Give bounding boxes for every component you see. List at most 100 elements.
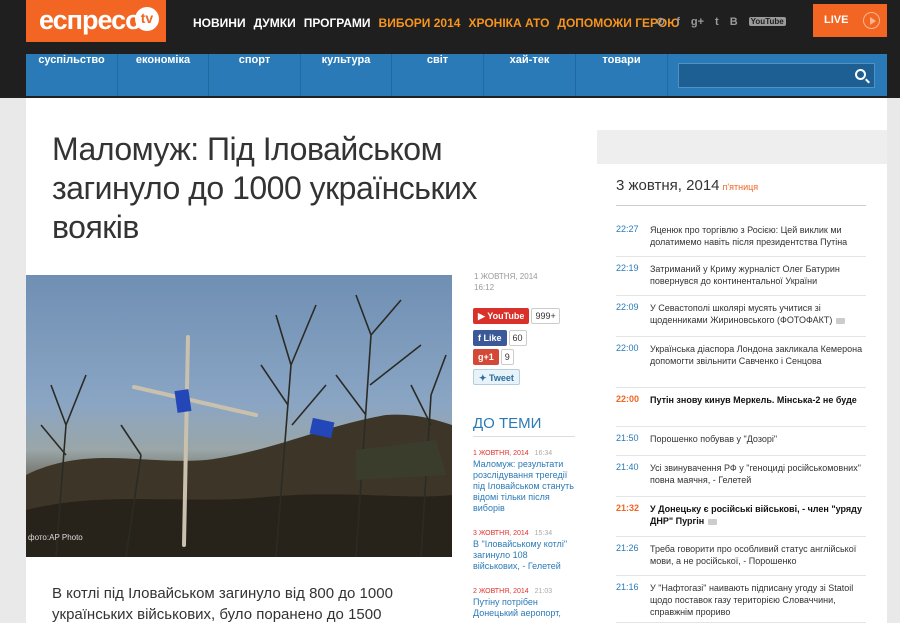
related-time: 21:03: [534, 588, 553, 595]
article-lead: В котлі під Іловайськом загинуло від 800…: [52, 585, 393, 623]
news-time: 22:27: [616, 224, 639, 234]
vk-icon[interactable]: B: [730, 16, 738, 28]
related-headline[interactable]: Путіну потрібен Донецький аеропорт,: [473, 597, 575, 619]
news-headline[interactable]: У Севастополі школярі мусять учитися зі …: [650, 303, 832, 325]
category-item[interactable]: товари: [576, 54, 668, 96]
news-time: 21:16: [616, 582, 639, 592]
news-time: 21:40: [616, 462, 639, 472]
news-time: 22:00: [616, 343, 639, 353]
site-logo[interactable]: еспресо tv: [26, 0, 166, 42]
sidebar-date: 3 жовтня, 2014 п'ятниця: [616, 177, 758, 194]
play-icon: [863, 12, 880, 29]
youtube-share: ▶ YouTube 999+: [473, 308, 560, 324]
twitter-icon[interactable]: t: [715, 16, 719, 28]
youtube-icon[interactable]: YouTube: [748, 17, 786, 27]
news-headline[interactable]: У "Нафтогазі" наивають підписану угоду з…: [650, 583, 853, 617]
news-time: 21:32: [616, 503, 640, 513]
related-date-text: 3 ЖОВТНЯ, 2014: [473, 530, 529, 537]
nav-item[interactable]: ПРОГРАМИ: [304, 16, 371, 30]
article-dateline: 1 ЖОВТНЯ, 2014 16:12: [474, 271, 538, 293]
news-headline-wrap: У "Нафтогазі" наивають підписану угоду з…: [650, 582, 865, 618]
tweet-button[interactable]: ✦ Tweet: [473, 369, 520, 385]
news-headline-wrap: Затриманий у Криму журналіст Олег Батури…: [650, 263, 865, 287]
photo-credit: фото:AP Photo: [28, 533, 83, 542]
news-headline[interactable]: Українська діаспора Лондона закликала Ке…: [650, 344, 862, 366]
news-item[interactable]: 22:27 Яценюк про торгівлю з Росією: Цей в…: [616, 224, 866, 257]
category-item[interactable]: культура: [301, 54, 392, 96]
twitter-icon: ✦: [479, 373, 490, 383]
news-headline-wrap: У Севастополі школярі мусять учитися зі …: [650, 302, 865, 326]
news-time: 22:19: [616, 263, 639, 273]
news-item[interactable]: 22:19 Затриманий у Криму журналіст Олег Б…: [616, 263, 866, 296]
sidebar-divider: [616, 205, 866, 206]
related-headline[interactable]: Маломуж: результати розслідування трегед…: [473, 459, 575, 514]
search-input[interactable]: [678, 63, 875, 88]
sidebar-weekday: п'ятниця: [722, 182, 759, 192]
rss-icon[interactable]: ⊙: [656, 15, 665, 28]
camera-icon: [836, 317, 846, 324]
article-photo[interactable]: [26, 275, 452, 557]
googleplus-count: 9: [500, 349, 514, 365]
related-item[interactable]: 2 ЖОВТНЯ, 2014 21:03 Путіну потрібен Донец…: [473, 587, 575, 619]
related-date: 2 ЖОВТНЯ, 2014 21:03: [473, 587, 575, 597]
googleplus-button[interactable]: g+1: [473, 349, 499, 365]
related-item[interactable]: 1 ЖОВТНЯ, 2014 16:34 Маломуж: результати р…: [473, 449, 575, 514]
news-item[interactable]: 21:32 У Донецьку є російські військові, -…: [616, 503, 866, 537]
camera-icon: [708, 518, 718, 525]
category-item[interactable]: хай-тек: [484, 54, 576, 96]
news-headline[interactable]: Треба говорити про особливий статус англ…: [650, 544, 856, 566]
news-headline[interactable]: У Донецьку є російські військові, - член…: [650, 504, 862, 526]
category-item[interactable]: спорт: [209, 54, 301, 96]
news-headline-wrap: Яценюк про торгівлю з Росією: Цей виклик…: [650, 224, 865, 248]
news-time: 21:26: [616, 543, 639, 553]
news-headline-wrap: Треба говорити про особливий статус англ…: [650, 543, 865, 567]
nav-item[interactable]: ДУМКИ: [254, 16, 296, 30]
news-item[interactable]: 21:26 Треба говорити про особливий статус…: [616, 543, 866, 576]
news-item[interactable]: 22:09 У Севастополі школярі мусять учитис…: [616, 302, 866, 337]
logo-tv-badge: tv: [135, 7, 159, 31]
news-item[interactable]: 21:50 Порошенко побував у "Дозорі": [616, 433, 866, 456]
related-time: 15:34: [534, 530, 553, 537]
news-time: 22:00: [616, 394, 640, 404]
related-date: 1 ЖОВТНЯ, 2014 16:34: [473, 449, 575, 459]
news-headline[interactable]: Яценюк про торгівлю з Росією: Цей виклик…: [650, 225, 847, 247]
related-item[interactable]: 3 ЖОВТНЯ, 2014 15:34 В "Іловайському котлі…: [473, 529, 575, 572]
related-date-text: 2 ЖОВТНЯ, 2014: [473, 588, 529, 595]
news-headline[interactable]: Путін знову кинув Меркель. Мінська-2 не …: [650, 395, 857, 405]
news-item[interactable]: 22:00 Українська діаспора Лондона заклика…: [616, 343, 866, 388]
news-headline-wrap: У Донецьку є російські військові, - член…: [650, 503, 865, 527]
live-label: LIVE: [824, 14, 849, 26]
news-headline[interactable]: Усі звинувачення РФ у "геноциді російськ…: [650, 463, 861, 485]
googleplus-icon[interactable]: g+: [691, 16, 704, 28]
facebook-icon[interactable]: f: [676, 16, 680, 28]
category-item[interactable]: суспільство: [26, 54, 118, 96]
logo-text: еспресо: [39, 5, 142, 35]
article-time: 16:12: [474, 283, 495, 292]
youtube-subscribe-button[interactable]: ▶ YouTube: [473, 308, 530, 324]
search-icon[interactable]: [855, 69, 866, 80]
photo-illustration: [26, 294, 452, 557]
facebook-like-button[interactable]: f Like: [473, 330, 507, 346]
news-headline[interactable]: Порошенко побував у "Дозорі": [650, 434, 777, 444]
news-item[interactable]: 22:00 Путін знову кинув Меркель. Мінська-…: [616, 394, 866, 427]
youtube-label: YouTube: [487, 311, 525, 321]
news-item[interactable]: 21:40 Усі звинувачення РФ у "геноциді рос…: [616, 462, 866, 497]
nav-item[interactable]: ХРОНІКА АТО: [468, 16, 549, 30]
sidebar-top-panel: [597, 130, 887, 164]
category-item[interactable]: світ: [392, 54, 484, 96]
news-headline[interactable]: Затриманий у Криму журналіст Олег Батури…: [650, 264, 840, 286]
news-headline-wrap: Усі звинувачення РФ у "геноциді російськ…: [650, 462, 865, 486]
top-bar: еспресо tv НОВИНИ ДУМКИ ПРОГРАМИ ВИБОРИ 201…: [0, 0, 900, 42]
googleplus-share: g+1 9: [473, 349, 514, 365]
live-button[interactable]: LIVE: [813, 4, 887, 37]
main-nav: НОВИНИ ДУМКИ ПРОГРАМИ ВИБОРИ 2014 ХРОНІКА АТ…: [193, 14, 688, 30]
nav-item[interactable]: НОВИНИ: [193, 16, 246, 30]
googleplus-label: +1: [483, 352, 494, 362]
nav-item[interactable]: ВИБОРИ 2014: [379, 16, 461, 30]
news-headline-wrap: Порошенко побував у "Дозорі": [650, 433, 865, 445]
news-item[interactable]: 21:16 У "Нафтогазі" наивають підписану уг…: [616, 582, 866, 623]
category-item[interactable]: економіка: [118, 54, 209, 96]
related-headline[interactable]: В "Іловайському котлі" загинуло 108 війс…: [473, 539, 575, 572]
article-date: 1 ЖОВТНЯ, 2014: [474, 272, 538, 281]
related-date: 3 ЖОВТНЯ, 2014 15:34: [473, 529, 575, 539]
